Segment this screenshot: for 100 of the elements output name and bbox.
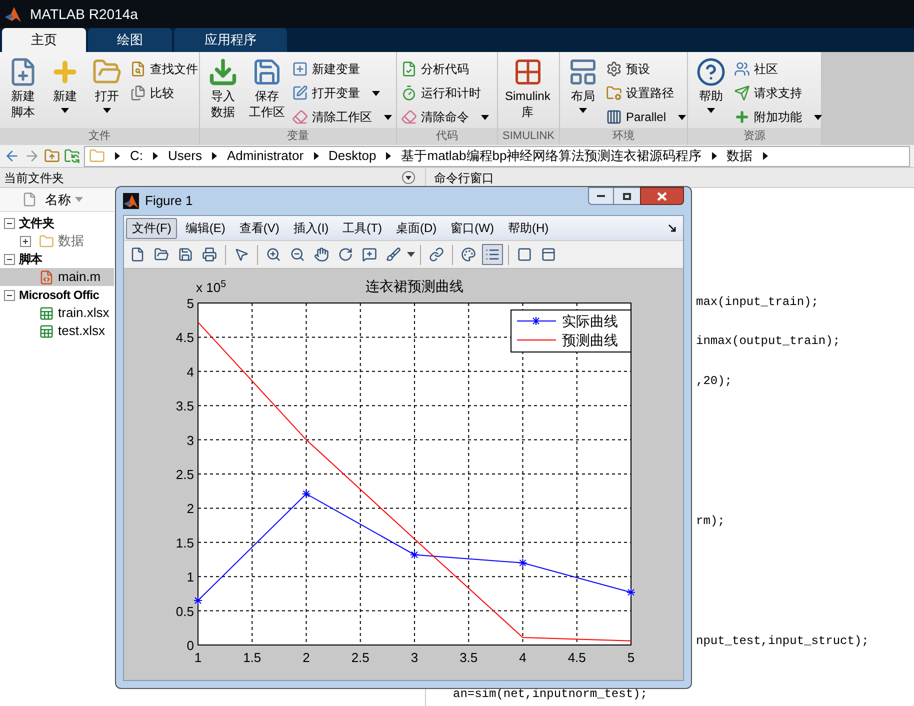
legend-icon[interactable] xyxy=(482,244,503,265)
tick-label: 5 xyxy=(627,650,635,665)
ribbon-button[interactable]: 新建 脚本 xyxy=(4,56,42,120)
tick-label: 2 xyxy=(186,501,194,516)
tree-group-label[interactable]: Microsoft Offic xyxy=(19,286,100,304)
path-crumb[interactable]: Desktop xyxy=(328,146,376,166)
menu-item[interactable]: 帮助(H) xyxy=(502,218,555,238)
group-label: SIMULINK xyxy=(498,128,559,145)
ribbon-button[interactable]: 请求支持 xyxy=(734,82,822,104)
ribbon-button[interactable]: 新建变量 xyxy=(292,58,392,80)
ribbon-button[interactable]: 社区 xyxy=(734,58,822,80)
tick-label: 5 xyxy=(186,296,194,311)
chevron-icon xyxy=(212,152,217,160)
chevron-icon xyxy=(712,152,717,160)
spreadsheet-icon xyxy=(39,324,54,338)
path-crumb[interactable]: C: xyxy=(130,146,143,166)
menu-item[interactable]: 桌面(D) xyxy=(390,218,443,238)
close-button[interactable] xyxy=(640,187,684,205)
menu-item[interactable]: 插入(I) xyxy=(287,218,335,238)
close-icon xyxy=(657,192,667,200)
menu-item[interactable]: 窗口(W) xyxy=(444,218,500,238)
chevron-icon xyxy=(762,152,768,160)
path-crumb[interactable]: Users xyxy=(168,146,202,166)
tree-group-label[interactable]: 文件夹 xyxy=(19,214,54,232)
star-marker xyxy=(410,550,419,560)
folder-icon xyxy=(89,148,105,164)
code-line: an=sim(net,inputnorm_test); xyxy=(453,686,648,702)
ribbon-button[interactable]: 查找文件 xyxy=(130,58,198,80)
files-icon xyxy=(130,85,146,101)
arrow-icon[interactable] xyxy=(668,224,677,232)
menu-item[interactable]: 文件(F) xyxy=(126,218,178,238)
expand-icon[interactable] xyxy=(20,236,31,246)
path-field[interactable]: C: Users Administrator Desktop 基于matlab编程bp神经网络算法预测连衣裙源码程序 数据 xyxy=(84,146,910,166)
file-row[interactable]: train.xlsx xyxy=(0,304,114,322)
chevron-icon xyxy=(115,152,120,160)
tick-label: 4 xyxy=(186,364,194,380)
tick-label: 1 xyxy=(194,650,202,665)
ribbon-button[interactable]: 清除工作区 xyxy=(292,106,392,128)
ribbon-button[interactable]: 打开变量 xyxy=(292,82,392,104)
code-line: nput_test,input_struct); xyxy=(696,633,869,649)
file-row[interactable]: 数据 xyxy=(0,232,114,250)
collapse-icon[interactable] xyxy=(4,218,15,228)
ribbon-button[interactable]: 帮助 xyxy=(692,56,730,113)
maximize-button[interactable] xyxy=(614,187,640,205)
file-name: main.m xyxy=(58,268,101,286)
tick-label: 0 xyxy=(186,638,194,653)
matlab-logo-icon xyxy=(123,193,139,209)
file-row[interactable]: main.m xyxy=(0,268,114,286)
folder-up-icon[interactable] xyxy=(44,148,60,164)
code-line: rm); xyxy=(696,513,725,529)
ribbon-button[interactable]: 布局 xyxy=(564,56,602,113)
tree-group-label[interactable]: 脚本 xyxy=(19,250,42,268)
ribbon-tab[interactable]: 主页 xyxy=(2,28,86,52)
axis-multiplier: x 10$^{5}$ xyxy=(196,281,226,294)
collapse-icon[interactable] xyxy=(4,290,15,300)
chevron-icon xyxy=(314,152,319,160)
ribbon-button[interactable]: 新建 xyxy=(46,56,84,113)
ribbon-button[interactable]: 运行和计时 xyxy=(401,82,489,104)
collapse-icon[interactable] xyxy=(4,254,15,264)
ribbon-button[interactable]: Parallel xyxy=(606,106,686,128)
file-row[interactable]: test.xlsx xyxy=(0,322,114,340)
ribbon-button[interactable]: 导入 数据 xyxy=(204,56,242,120)
tick-label: 3 xyxy=(410,650,418,665)
script-file-icon xyxy=(39,270,54,284)
spreadsheet-icon xyxy=(39,306,54,320)
group-label: 代码 xyxy=(397,128,497,145)
ribbon-button[interactable]: 分析代码 xyxy=(401,58,489,80)
ribbon-button[interactable]: 预设 xyxy=(606,58,686,80)
path-crumb[interactable]: 基于matlab编程bp神经网络算法预测连衣裙源码程序 xyxy=(401,146,702,166)
ribbon-button[interactable]: 打开 xyxy=(88,56,126,113)
gear-icon xyxy=(606,61,622,77)
grid-pencil-icon xyxy=(292,85,308,101)
minimize-button[interactable] xyxy=(588,187,614,205)
ribbon-button[interactable]: 清除命令 xyxy=(401,106,489,128)
ribbon-button[interactable]: 比较 xyxy=(130,82,198,104)
path-crumb[interactable]: Administrator xyxy=(226,146,304,166)
legend-label: 实际曲线 xyxy=(562,313,618,329)
column-header[interactable]: 名称 xyxy=(0,188,114,212)
star-marker xyxy=(194,596,202,606)
ribbon-button[interactable]: 保存 工作区 xyxy=(246,56,288,120)
ribbon-tab[interactable]: 绘图 xyxy=(88,28,172,52)
menu-item[interactable]: 编辑(E) xyxy=(179,218,232,238)
browse-folder-icon[interactable] xyxy=(64,148,80,164)
tick-label: 1.5 xyxy=(243,650,262,665)
menu-item[interactable]: 查看(V) xyxy=(233,218,286,238)
ribbon-button[interactable]: 设置路径 xyxy=(606,82,686,104)
code-line: max(input_train); xyxy=(696,294,818,310)
send-icon xyxy=(734,85,750,101)
path-crumb[interactable]: 数据 xyxy=(726,146,753,166)
ribbon-button[interactable]: Simulink 库 xyxy=(502,56,554,120)
group-label: 变量 xyxy=(200,128,396,145)
columns-icon xyxy=(606,109,622,125)
legend-label: 预测曲线 xyxy=(562,332,618,348)
tick-label: 3.5 xyxy=(176,398,194,414)
dropdown-icon[interactable] xyxy=(402,171,415,184)
back-icon[interactable] xyxy=(4,148,20,164)
matlab-logo-icon xyxy=(4,5,22,23)
menu-item[interactable]: 工具(T) xyxy=(336,218,388,238)
ribbon-tab[interactable]: 应用程序 xyxy=(174,28,287,52)
ribbon-button[interactable]: 附加功能 xyxy=(734,106,822,128)
